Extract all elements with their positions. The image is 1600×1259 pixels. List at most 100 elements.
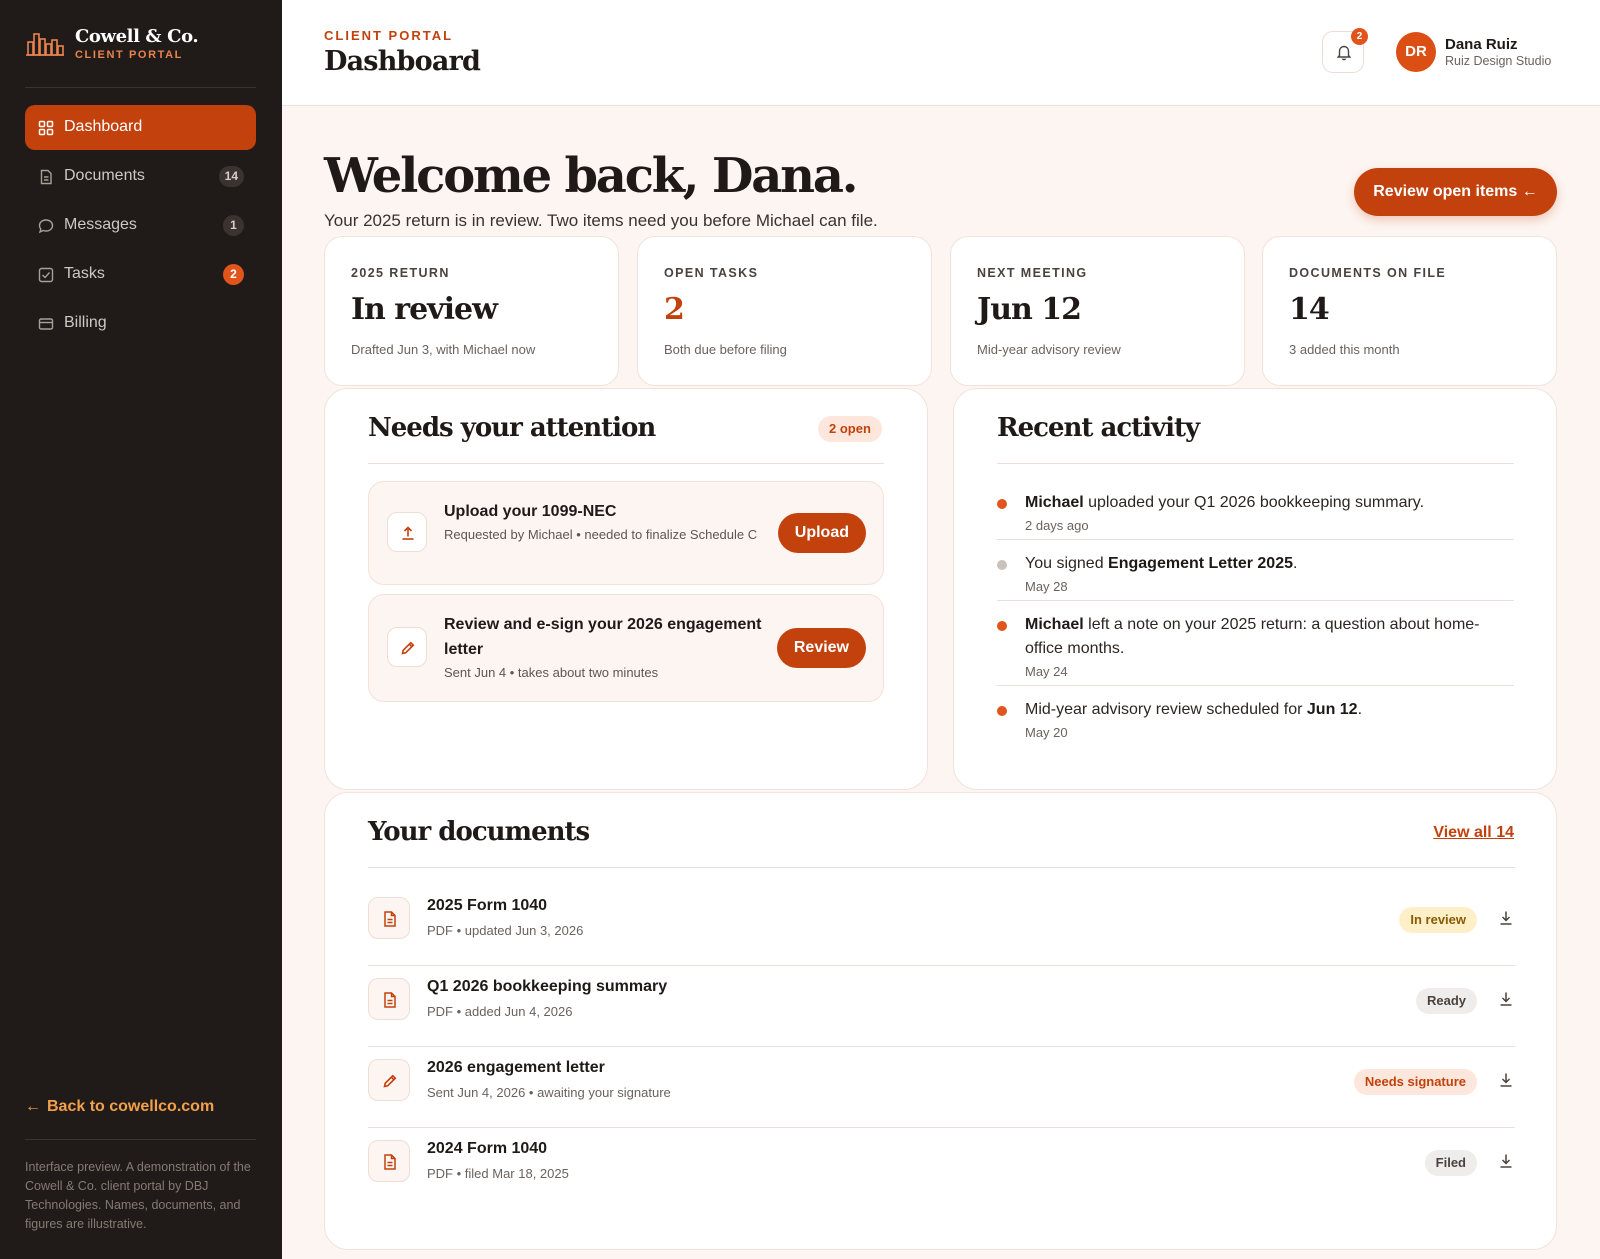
stat-label: NEXT MEETING — [977, 266, 1088, 280]
stat-card-next-meeting: NEXT MEETING Jun 12 Mid-year advisory re… — [950, 236, 1245, 386]
document-meta: Sent Jun 4, 2026 • awaiting your signatu… — [427, 1085, 671, 1100]
document-row[interactable]: Q1 2026 bookkeeping summary PDF • added … — [368, 966, 1515, 1046]
user-organization: Ruiz Design Studio — [1445, 54, 1552, 68]
task-title: Upload your 1099-NEC — [444, 503, 617, 520]
download-icon[interactable] — [1497, 909, 1515, 927]
activity-date: May 20 — [1025, 725, 1068, 740]
document-name: 2025 Form 1040 — [427, 897, 548, 914]
task-subtext: Requested by Michael • needed to finaliz… — [444, 527, 758, 542]
document-name: Q1 2026 bookkeeping summary — [427, 978, 668, 995]
sidebar-item-label: Messages — [64, 216, 137, 233]
activity-text: Michael left a note on your 2025 return:… — [1025, 616, 1480, 657]
sidebar-item-label: Tasks — [64, 265, 105, 282]
document-name: 2026 engagement letter — [427, 1059, 605, 1076]
activity-dot — [997, 621, 1007, 631]
activity-text: Michael uploaded your Q1 2026 bookkeepin… — [1025, 494, 1425, 511]
task-card-upload-1099: Upload your 1099-NEC Requested by Michae… — [368, 481, 884, 585]
documents-panel: Your documents View all 14 2025 Form 104… — [324, 792, 1557, 1250]
stat-subtext: Both due before filing — [664, 342, 787, 357]
count-badge: 2 — [223, 264, 244, 285]
sidebar-divider — [25, 87, 256, 88]
arrow-left-icon: ← — [25, 1098, 41, 1115]
divider — [997, 600, 1514, 601]
status-badge: Needs signature — [1353, 1069, 1477, 1095]
upload-icon — [387, 512, 427, 552]
status-badge: Filed — [1424, 1150, 1477, 1176]
activity-dot — [997, 499, 1007, 509]
documents-title: Your documents — [368, 817, 590, 847]
sidebar-item-dashboard[interactable]: Dashboard — [25, 105, 256, 150]
stat-value: 14 — [1289, 292, 1330, 327]
pencil-icon — [387, 627, 427, 667]
page-eyebrow: CLIENT PORTAL — [324, 28, 454, 43]
sidebar-item-label: Billing — [64, 314, 107, 331]
divider — [997, 539, 1514, 540]
download-icon[interactable] — [1497, 1071, 1515, 1089]
task-card-engagement-letter: Review and e-sign your 2026 engagement l… — [368, 594, 884, 702]
file-icon — [368, 978, 410, 1020]
activity-date: May 28 — [1025, 579, 1068, 594]
checkbox-icon — [38, 267, 54, 283]
status-badge: In review — [1399, 907, 1477, 933]
notification-count-badge: 2 — [1351, 28, 1368, 45]
document-row[interactable]: 2024 Form 1040 PDF • filed Mar 18, 2025 … — [368, 1128, 1515, 1208]
divider — [368, 867, 1515, 868]
sidebar-item-billing[interactable]: Billing — [25, 301, 256, 346]
document-row[interactable]: 2025 Form 1040 PDF • updated Jun 3, 2026… — [368, 885, 1515, 965]
open-count-badge: 2 open — [818, 416, 882, 442]
brand-name: Cowell & Co. — [75, 26, 199, 47]
document-icon — [38, 169, 54, 185]
activity-title: Recent activity — [997, 413, 1200, 443]
stat-value: 2 — [664, 292, 685, 327]
pencil-icon — [368, 1059, 410, 1101]
divider — [997, 685, 1514, 686]
recent-activity-panel: Recent activity Michael uploaded your Q1… — [953, 388, 1557, 790]
activity-text: Mid-year advisory review scheduled for J… — [1025, 701, 1363, 718]
sidebar-item-messages[interactable]: Messages 1 — [25, 203, 256, 248]
welcome-heading: Welcome back, Dana. — [324, 148, 858, 204]
document-meta: PDF • filed Mar 18, 2025 — [427, 1166, 569, 1181]
stat-value: Jun 12 — [977, 292, 1082, 327]
view-all-documents-link[interactable]: View all 14 — [1433, 824, 1514, 842]
welcome-subtitle: Your 2025 return is in review. Two items… — [324, 211, 878, 230]
stat-subtext: Drafted Jun 3, with Michael now — [351, 342, 536, 357]
sidebar: Cowell & Co. CLIENT PORTAL Dashboard Doc… — [0, 0, 282, 1259]
sidebar-item-label: Dashboard — [64, 118, 143, 135]
count-badge: 14 — [218, 166, 244, 187]
sidebar-item-tasks[interactable]: Tasks 2 — [25, 252, 256, 297]
stat-card-return: 2025 RETURN In review Drafted Jun 3, wit… — [324, 236, 619, 386]
city-skyline-logo-icon — [25, 30, 65, 56]
file-icon — [368, 1140, 410, 1182]
status-badge: Ready — [1415, 988, 1477, 1014]
document-meta: PDF • added Jun 4, 2026 — [427, 1004, 573, 1019]
review-open-items-button[interactable]: Review open items ← — [1354, 168, 1557, 216]
upload-button[interactable]: Upload — [777, 513, 866, 553]
sidebar-item-label: Documents — [64, 167, 145, 184]
activity-text: You signed Engagement Letter 2025. — [1025, 555, 1298, 572]
avatar[interactable]: DR — [1396, 32, 1436, 72]
back-to-site-link[interactable]: ← Back to cowellco.com — [25, 1098, 214, 1116]
page-title: Dashboard — [324, 46, 481, 77]
stat-label: DOCUMENTS ON FILE — [1289, 266, 1447, 280]
sidebar-item-documents[interactable]: Documents 14 — [25, 154, 256, 199]
stat-subtext: Mid-year advisory review — [977, 342, 1121, 357]
attention-panel: Needs your attention 2 open Upload your … — [324, 388, 928, 790]
stat-value: In review — [351, 292, 498, 327]
chat-bubble-icon — [38, 218, 54, 234]
brand[interactable]: Cowell & Co. CLIENT PORTAL — [25, 24, 255, 64]
stat-label: 2025 RETURN — [351, 266, 450, 280]
activity-dot — [997, 706, 1007, 716]
review-button[interactable]: Review — [776, 628, 866, 668]
divider — [368, 463, 884, 464]
divider — [997, 463, 1514, 464]
document-name: 2024 Form 1040 — [427, 1140, 548, 1157]
document-row[interactable]: 2026 engagement letter Sent Jun 4, 2026 … — [368, 1047, 1515, 1127]
sidebar-divider — [25, 1139, 256, 1140]
notifications-button[interactable]: 2 — [1322, 28, 1368, 73]
download-icon[interactable] — [1497, 990, 1515, 1008]
count-badge: 1 — [223, 215, 244, 236]
stat-card-documents: DOCUMENTS ON FILE 14 3 added this month — [1262, 236, 1557, 386]
credit-card-icon — [38, 316, 54, 332]
download-icon[interactable] — [1497, 1152, 1515, 1170]
user-name[interactable]: Dana Ruiz — [1445, 36, 1518, 53]
